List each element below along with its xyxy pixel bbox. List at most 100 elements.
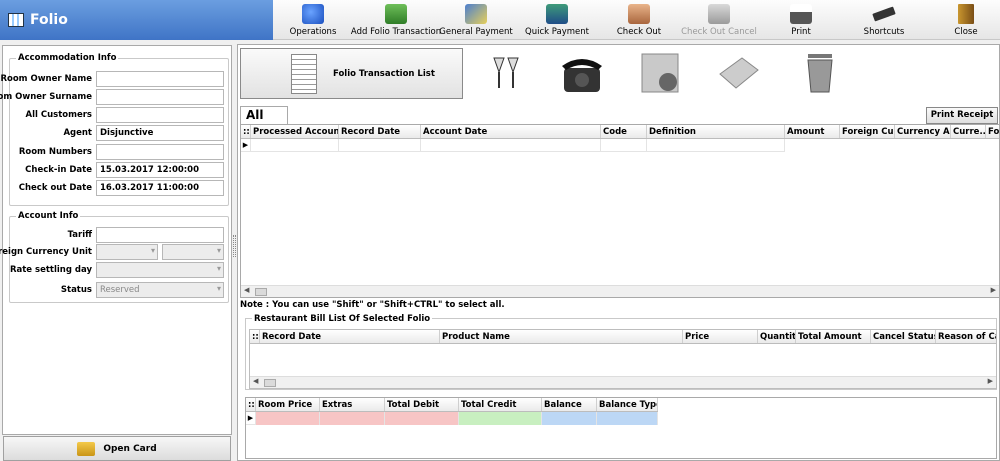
minibar-icon[interactable]: [636, 50, 684, 96]
open-card-button[interactable]: Open Card: [3, 436, 231, 461]
agent-field[interactable]: Disjunctive: [96, 125, 224, 141]
exit-door-icon: [958, 4, 974, 24]
panel-splitter[interactable]: [233, 235, 236, 257]
scrollbar-thumb[interactable]: [264, 379, 276, 387]
operations-button[interactable]: Operations: [290, 0, 336, 40]
column-header[interactable]: Curre...: [951, 125, 986, 138]
column-header[interactable]: Total Amount: [796, 330, 871, 343]
foreign-currency-secondary-select[interactable]: [162, 244, 224, 260]
window-title: Folio: [30, 12, 68, 28]
toolbar-label: Check Out Cancel: [681, 27, 757, 37]
general-payment-button[interactable]: General Payment: [439, 0, 513, 40]
handshake-icon: [628, 4, 650, 24]
totals-grid: :: Room Price Extras Total Debit Total C…: [245, 397, 997, 459]
horizontal-scrollbar[interactable]: ◀ ▶: [241, 285, 999, 297]
column-header[interactable]: Code: [601, 125, 647, 138]
toolbar-label: General Payment: [439, 27, 513, 37]
toolbar-label: Print: [791, 27, 811, 37]
column-header[interactable]: Total Credit: [459, 398, 542, 411]
scroll-right-icon[interactable]: ▶: [991, 286, 996, 294]
room-price-cell[interactable]: [256, 412, 320, 425]
telephone-icon[interactable]: [558, 50, 606, 96]
shortcuts-button[interactable]: Shortcuts: [863, 0, 905, 40]
room-owner-surname-field[interactable]: [96, 89, 224, 105]
grid-header: :: Processed Account Record Date Account…: [241, 125, 999, 139]
keyboard-icon: [872, 6, 896, 22]
operations-icon: [302, 4, 324, 24]
column-header[interactable]: Quantity: [758, 330, 796, 343]
foreign-currency-select[interactable]: [96, 244, 158, 260]
drinks-icon[interactable]: [482, 50, 530, 96]
check-out-date-field[interactable]: 16.03.2017 11:00:00: [96, 180, 224, 196]
balance-cell[interactable]: [542, 412, 597, 425]
toolbar-label: Operations: [289, 27, 337, 37]
current-row-pointer-icon: ▶: [241, 139, 251, 152]
column-header[interactable]: Total Debit: [385, 398, 459, 411]
status-select[interactable]: Reserved: [96, 282, 224, 298]
add-folio-transaction-button[interactable]: Add Folio Transaction: [351, 0, 441, 40]
scroll-right-icon[interactable]: ▶: [988, 377, 993, 385]
field-label: Check-in Date: [25, 165, 92, 175]
room-numbers-field[interactable]: [96, 144, 224, 160]
column-header[interactable]: Processed Account: [251, 125, 339, 138]
toolbar-label: Add Folio Transaction: [350, 27, 442, 37]
group-title: Account Info: [16, 211, 81, 221]
card-reader-icon: [546, 4, 568, 24]
rate-settling-day-select[interactable]: [96, 262, 224, 278]
scroll-left-icon[interactable]: ◀: [253, 377, 258, 385]
column-header[interactable]: Product Name: [440, 330, 683, 343]
row-indicator-header: ::: [252, 330, 260, 343]
balance-type-cell[interactable]: [597, 412, 658, 425]
restaurant-bill-grid: :: Record Date Product Name Price Quanti…: [249, 329, 997, 389]
column-header[interactable]: Account Date: [421, 125, 601, 138]
scrollbar-thumb[interactable]: [255, 288, 267, 296]
group-title: Accommodation Info: [16, 53, 119, 63]
column-header[interactable]: Room Price: [256, 398, 320, 411]
window-title-bar: Folio: [0, 0, 273, 40]
tariff-field[interactable]: [96, 227, 224, 243]
column-header[interactable]: Reason of Car: [936, 330, 996, 343]
folio-app-icon: [8, 13, 24, 27]
check-in-date-field[interactable]: 15.03.2017 12:00:00: [96, 162, 224, 178]
check-out-cancel-button[interactable]: Check Out Cancel: [681, 0, 757, 40]
card-folder-icon: [77, 441, 96, 456]
document-list-icon: [291, 53, 317, 94]
column-header[interactable]: Definition: [647, 125, 785, 138]
column-header[interactable]: Record Date: [339, 125, 421, 138]
column-header[interactable]: Currency A...: [895, 125, 951, 138]
folio-transaction-list-tab[interactable]: Folio Transaction List: [240, 48, 463, 99]
scroll-left-icon[interactable]: ◀: [244, 286, 249, 294]
left-panel: Accommodation Info Room Owner Name Room …: [0, 45, 232, 435]
laundry-icon[interactable]: [714, 50, 762, 96]
all-customers-field[interactable]: [96, 107, 224, 123]
column-header[interactable]: Foreign Cu...: [840, 125, 895, 138]
total-credit-cell[interactable]: [459, 412, 542, 425]
trash-icon[interactable]: [796, 50, 844, 96]
tab-all[interactable]: All: [240, 106, 288, 124]
print-button[interactable]: Print: [787, 0, 815, 40]
column-header[interactable]: Record Date: [260, 330, 440, 343]
column-header[interactable]: Extras: [320, 398, 385, 411]
column-header[interactable]: For: [986, 125, 999, 138]
extras-cell[interactable]: [320, 412, 385, 425]
account-info-group: Account Info Tariff Foreign Currency Uni…: [0, 211, 229, 303]
column-header[interactable]: Cancel Status: [871, 330, 936, 343]
table-row[interactable]: ▶: [241, 139, 785, 152]
grid-header: :: Record Date Product Name Price Quanti…: [250, 330, 996, 344]
column-header[interactable]: Price: [683, 330, 758, 343]
toolbar: Operations Add Folio Transaction General…: [273, 0, 1000, 40]
column-header[interactable]: Amount: [785, 125, 840, 138]
column-header[interactable]: Balance Type: [597, 398, 658, 411]
table-row[interactable]: ▶: [246, 412, 658, 425]
column-header[interactable]: Balance: [542, 398, 597, 411]
quick-payment-button[interactable]: Quick Payment: [525, 0, 589, 40]
tab-label: Folio Transaction List: [333, 68, 435, 79]
print-receipt-button[interactable]: Print Receipt: [926, 107, 998, 124]
field-label: Foreign Currency Unit: [0, 247, 92, 257]
total-debit-cell[interactable]: [385, 412, 459, 425]
toolbar-label: Shortcuts: [863, 27, 905, 37]
check-out-button[interactable]: Check Out: [617, 0, 661, 40]
horizontal-scrollbar[interactable]: ◀ ▶: [250, 376, 996, 388]
room-owner-name-field[interactable]: [96, 71, 224, 87]
close-button[interactable]: Close: [953, 0, 979, 40]
